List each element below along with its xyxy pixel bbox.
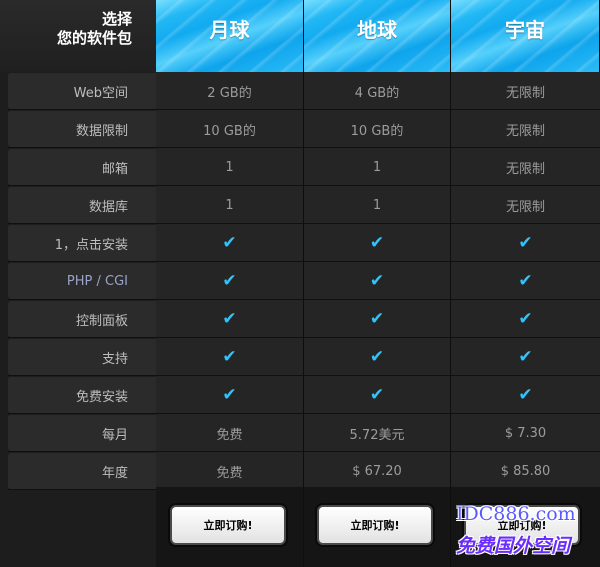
watermark: IDC886.com 免费国外空间 bbox=[452, 503, 600, 563]
table-cell: ✔ bbox=[304, 339, 450, 375]
table-cell: ✔ bbox=[304, 301, 450, 337]
table-cell: 5.72美元 bbox=[349, 427, 405, 443]
row-label: 年度 bbox=[8, 453, 156, 489]
table-cell: 无限制 bbox=[505, 199, 545, 215]
order-now-button-moon[interactable]: 立即订购! bbox=[170, 505, 286, 545]
title-line-2: 您的软件包 bbox=[56, 29, 132, 47]
row-label: 免费安装 bbox=[8, 377, 156, 413]
row-divider bbox=[8, 185, 600, 186]
checkmark-icon: ✔ bbox=[369, 385, 385, 405]
row-label: 每月 bbox=[8, 415, 156, 451]
table-cell: ✔ bbox=[451, 263, 600, 299]
table-corner-heading: 选择 您的软件包 bbox=[0, 0, 156, 72]
checkmark-icon: ✔ bbox=[222, 309, 237, 329]
checkmark-icon: ✔ bbox=[222, 385, 237, 405]
row-label: Web空间 bbox=[8, 73, 156, 109]
checkmark-icon: ✔ bbox=[222, 233, 237, 253]
table-cell: ✔ bbox=[304, 377, 450, 413]
table-cell: ✔ bbox=[304, 225, 450, 261]
table-cell: 10 GB的 bbox=[203, 123, 256, 139]
table-cell: 4 GB的 bbox=[354, 85, 400, 101]
table-cell: 免费 bbox=[216, 465, 243, 481]
watermark-line-2: 免费国外空间 bbox=[456, 535, 571, 557]
row-label: 数据限制 bbox=[8, 111, 156, 147]
table-cell: 无限制 bbox=[505, 123, 545, 139]
table-cell: ✔ bbox=[304, 263, 450, 299]
checkmark-icon: ✔ bbox=[369, 347, 385, 367]
table-cell: $ 85.80 bbox=[500, 463, 551, 479]
row-label: 邮箱 bbox=[8, 149, 156, 185]
table-cell: 1 bbox=[372, 159, 382, 175]
choose-package-title: 选择 您的软件包 bbox=[57, 10, 132, 48]
watermark-line-1: IDC886.com bbox=[456, 503, 576, 525]
table-cell: $ 67.20 bbox=[352, 463, 402, 479]
plan-name: 地球 bbox=[357, 18, 397, 42]
checkmark-icon: ✔ bbox=[369, 309, 385, 329]
row-divider bbox=[8, 337, 600, 338]
plan-header-moon: 月球 bbox=[156, 0, 304, 72]
row-label: 数据库 bbox=[8, 187, 156, 223]
order-now-button-earth[interactable]: 立即订购! bbox=[317, 505, 433, 545]
table-cell: ✔ bbox=[156, 339, 303, 375]
table-cell: ✔ bbox=[156, 377, 303, 413]
checkmark-icon: ✔ bbox=[222, 347, 237, 367]
checkmark-icon: ✔ bbox=[518, 347, 533, 367]
checkmark-icon: ✔ bbox=[518, 271, 533, 291]
row-divider bbox=[8, 147, 600, 148]
checkmark-icon: ✔ bbox=[518, 309, 533, 329]
table-cell: 2 GB的 bbox=[207, 85, 252, 101]
row-label: 1，点击安装 bbox=[8, 225, 156, 261]
checkmark-icon: ✔ bbox=[369, 233, 385, 253]
table-cell: ✔ bbox=[451, 301, 600, 337]
row-divider bbox=[8, 299, 600, 300]
table-cell: ✔ bbox=[451, 339, 600, 375]
table-cell: 免费 bbox=[216, 427, 243, 443]
checkmark-icon: ✔ bbox=[369, 271, 385, 291]
row-divider bbox=[8, 261, 600, 262]
row-label: 支持 bbox=[8, 339, 156, 375]
row-divider bbox=[8, 223, 600, 224]
table-cell: 无限制 bbox=[505, 85, 545, 101]
table-cell: 10 GB的 bbox=[350, 123, 404, 139]
table-cell: ✔ bbox=[156, 225, 303, 261]
table-cell: ✔ bbox=[156, 301, 303, 337]
table-cell: 1 bbox=[225, 197, 234, 213]
row-label: PHP / CGI bbox=[8, 263, 156, 299]
row-divider bbox=[8, 413, 600, 414]
plan-name: 月球 bbox=[209, 18, 250, 42]
plan-name: 宇宙 bbox=[505, 18, 545, 42]
table-cell: ✔ bbox=[451, 377, 600, 413]
plan-header-earth: 地球 bbox=[304, 0, 451, 72]
title-line-1: 选择 bbox=[101, 10, 132, 28]
row-divider bbox=[8, 109, 600, 110]
table-cell: $ 7.30 bbox=[504, 425, 547, 441]
table-cell: ✔ bbox=[451, 225, 600, 261]
table-cell: 无限制 bbox=[505, 161, 545, 177]
checkmark-icon: ✔ bbox=[518, 233, 533, 253]
checkmark-icon: ✔ bbox=[222, 271, 237, 291]
row-label: 控制面板 bbox=[8, 301, 156, 337]
checkmark-icon: ✔ bbox=[518, 385, 533, 405]
table-cell: 1 bbox=[225, 159, 234, 175]
table-cell: ✔ bbox=[156, 263, 303, 299]
table-cell: 1 bbox=[372, 197, 382, 213]
pricing-table: 选择 您的软件包 月球 地球 宇宙 Web空间 2 GB的 4 GB的 无限制 数据限制… bbox=[0, 0, 600, 567]
row-divider bbox=[8, 451, 600, 452]
plan-header-universe: 宇宙 bbox=[451, 0, 600, 72]
row-divider bbox=[8, 375, 600, 376]
